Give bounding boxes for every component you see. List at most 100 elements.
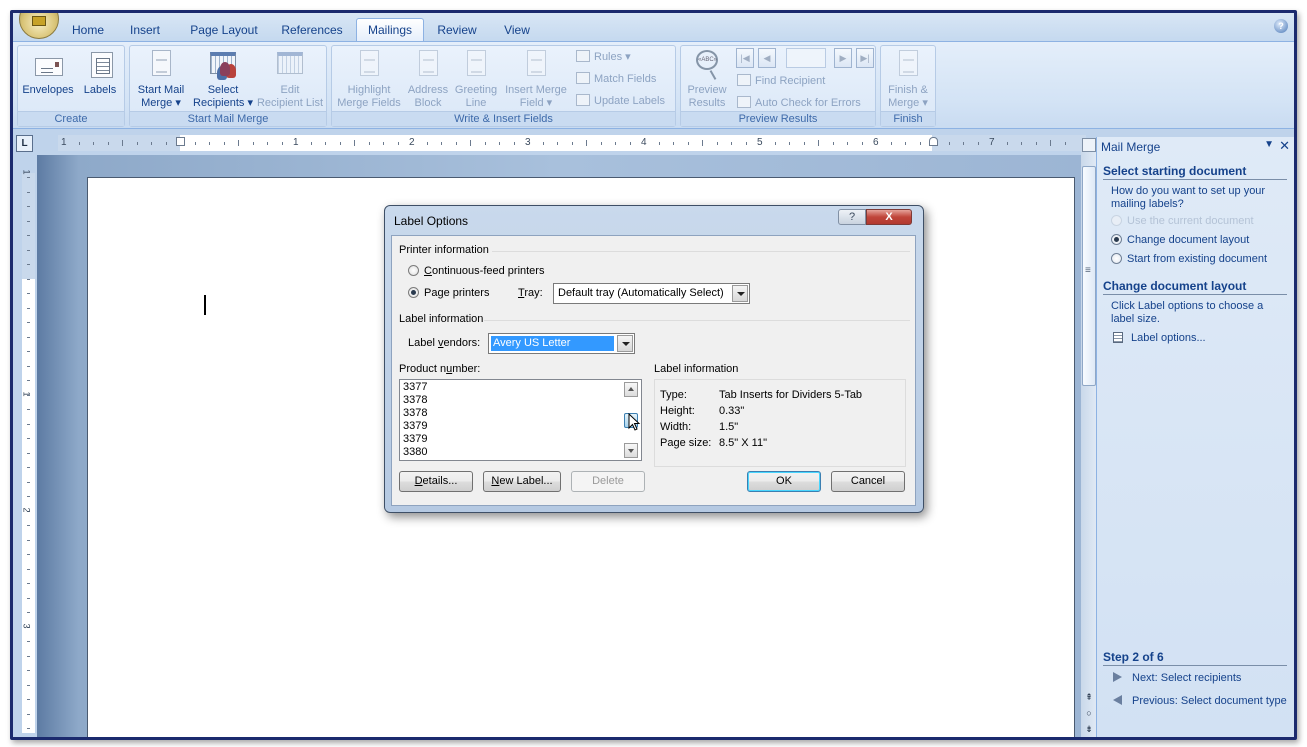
- list-item[interactable]: 3379: [403, 433, 427, 446]
- help-icon[interactable]: ?: [1274, 19, 1288, 33]
- ruler-tick: [267, 142, 268, 145]
- dialog-close-button[interactable]: X: [866, 209, 912, 225]
- group-write-insert-fields: Highlight Merge Fields Address Block Gre…: [331, 45, 676, 127]
- highlight-merge-fields-icon: [360, 50, 379, 76]
- ruler-tick: [27, 539, 30, 541]
- ruler-tick: [977, 142, 979, 145]
- vertical-ruler[interactable]: 1 1 2 3: [21, 169, 35, 733]
- preview-results-button[interactable]: «ABC» Preview Results: [683, 50, 731, 110]
- tab-selector-button[interactable]: L: [16, 135, 33, 152]
- width-key: Width:: [660, 421, 692, 433]
- scrollbar-thumb[interactable]: [1082, 166, 1096, 386]
- ruler-tick: [397, 142, 399, 145]
- ruler-tick: [27, 278, 30, 280]
- delete-button[interactable]: Delete: [571, 471, 645, 492]
- tab-view[interactable]: View: [497, 21, 537, 41]
- address-block-button[interactable]: Address Block: [406, 50, 450, 110]
- highlight-merge-fields-button[interactable]: Highlight Merge Fields: [334, 50, 404, 110]
- dropdown-arrow-icon[interactable]: [732, 285, 748, 302]
- finish-merge-button[interactable]: Finish & Merge ▾: [883, 50, 933, 110]
- auto-check-errors-button[interactable]: Auto Check for Errors: [737, 96, 861, 109]
- update-labels-button[interactable]: Update Labels: [576, 94, 665, 107]
- tab-mailings[interactable]: Mailings: [356, 18, 424, 42]
- insert-merge-field-icon: [527, 50, 546, 76]
- previous-step-link[interactable]: Previous: Select document type: [1113, 695, 1287, 707]
- ruler-tick: [27, 568, 30, 570]
- list-item[interactable]: 3377: [403, 381, 427, 394]
- previous-record-button[interactable]: ◀: [758, 48, 776, 68]
- option-use-current-document[interactable]: Use the current document: [1111, 215, 1254, 227]
- label-vendors-select[interactable]: Avery US Letter: [488, 333, 635, 354]
- page-printers-radio[interactable]: Page printers: [408, 287, 489, 299]
- option-start-from-existing[interactable]: Start from existing document: [1111, 253, 1267, 265]
- update-labels-icon: [576, 94, 590, 106]
- width-value: 1.5": [719, 421, 739, 433]
- last-record-button[interactable]: ▶|: [856, 48, 874, 68]
- rules-button[interactable]: Rules ▾: [576, 50, 631, 63]
- product-number-list[interactable]: 3377 3378 3378 3379 3379 3380: [399, 379, 642, 461]
- ruler-tick: [27, 655, 30, 657]
- dropdown-arrow-icon[interactable]: [617, 335, 633, 352]
- select-browse-object-button[interactable]: ○: [1082, 706, 1096, 720]
- option-change-document-layout[interactable]: Change document layout: [1111, 234, 1249, 246]
- match-fields-button[interactable]: Match Fields: [576, 72, 656, 85]
- ruler-tick: [27, 438, 30, 439]
- record-number-field[interactable]: [786, 48, 826, 68]
- tab-insert[interactable]: Insert: [123, 21, 167, 41]
- type-value: Tab Inserts for Dividers 5-Tab: [719, 389, 863, 401]
- list-item[interactable]: 3379: [403, 420, 427, 433]
- next-page-button[interactable]: ⇟: [1082, 722, 1096, 736]
- tab-page-layout[interactable]: Page Layout: [181, 21, 267, 41]
- ok-button[interactable]: OK: [747, 471, 821, 492]
- ruler-number: 7: [989, 137, 995, 148]
- continuous-feed-radio[interactable]: Continuous-feed printers: [408, 265, 544, 277]
- right-indent-marker[interactable]: [929, 137, 938, 146]
- match-fields-icon: [576, 72, 590, 84]
- tab-home[interactable]: Home: [67, 21, 109, 41]
- envelopes-button[interactable]: Envelopes: [21, 50, 75, 97]
- ruler-tick: [615, 142, 616, 145]
- list-item[interactable]: 3378: [403, 407, 427, 420]
- labels-button[interactable]: Labels: [80, 50, 120, 97]
- ruler-tick: [890, 142, 892, 145]
- task-pane-close-icon[interactable]: ✕: [1279, 138, 1290, 154]
- ruler-tick: [571, 142, 573, 145]
- task-pane-menu-icon[interactable]: ▼: [1264, 139, 1274, 150]
- ruler-tick: [27, 554, 30, 555]
- edit-recipient-list-button[interactable]: Edit Recipient List: [254, 50, 326, 110]
- first-record-button[interactable]: |◀: [736, 48, 754, 68]
- vertical-scrollbar[interactable]: ⇞ ○ ⇟: [1081, 138, 1097, 737]
- start-mail-merge-button[interactable]: Start Mail Merge ▾: [132, 50, 190, 110]
- ruler-number: 1: [61, 137, 67, 148]
- dialog-help-button[interactable]: ?: [838, 209, 866, 225]
- scroll-up-button[interactable]: [624, 382, 638, 397]
- details-button[interactable]: Details...: [399, 471, 473, 492]
- office-button[interactable]: [19, 13, 59, 39]
- group-label-write-insert-fields: Write & Insert Fields: [332, 111, 675, 126]
- greeting-line-button[interactable]: Greeting Line: [452, 50, 500, 110]
- tray-select[interactable]: Default tray (Automatically Select): [553, 283, 750, 304]
- group-label-start-mail-merge: Start Mail Merge: [130, 111, 326, 126]
- ruler-tick: [426, 142, 428, 145]
- scroll-down-button[interactable]: [624, 443, 638, 458]
- insert-merge-field-button[interactable]: Insert Merge Field ▾: [502, 50, 570, 110]
- new-label-button[interactable]: New Label...: [483, 471, 561, 492]
- ruler-tick: [223, 142, 225, 145]
- ruler-number: 3: [21, 623, 32, 629]
- label-options-link[interactable]: Label options...: [1113, 332, 1206, 344]
- tab-review[interactable]: Review: [433, 21, 481, 41]
- cancel-button[interactable]: Cancel: [831, 471, 905, 492]
- page-size-key: Page size:: [660, 437, 712, 449]
- previous-page-button[interactable]: ⇞: [1082, 690, 1096, 704]
- task-pane-toggle-icon[interactable]: [1082, 138, 1096, 152]
- next-record-button[interactable]: ▶: [834, 48, 852, 68]
- list-item[interactable]: 3380: [403, 446, 427, 459]
- tab-references[interactable]: References: [275, 21, 349, 41]
- left-indent-marker[interactable]: [176, 137, 185, 146]
- start-mail-merge-icon: [152, 50, 171, 76]
- ruler-tick: [27, 409, 30, 410]
- next-step-link[interactable]: Next: Select recipients: [1113, 672, 1241, 684]
- list-item[interactable]: 3378: [403, 394, 427, 407]
- select-recipients-button[interactable]: Select Recipients ▾: [190, 50, 256, 110]
- find-recipient-button[interactable]: Find Recipient: [737, 74, 825, 87]
